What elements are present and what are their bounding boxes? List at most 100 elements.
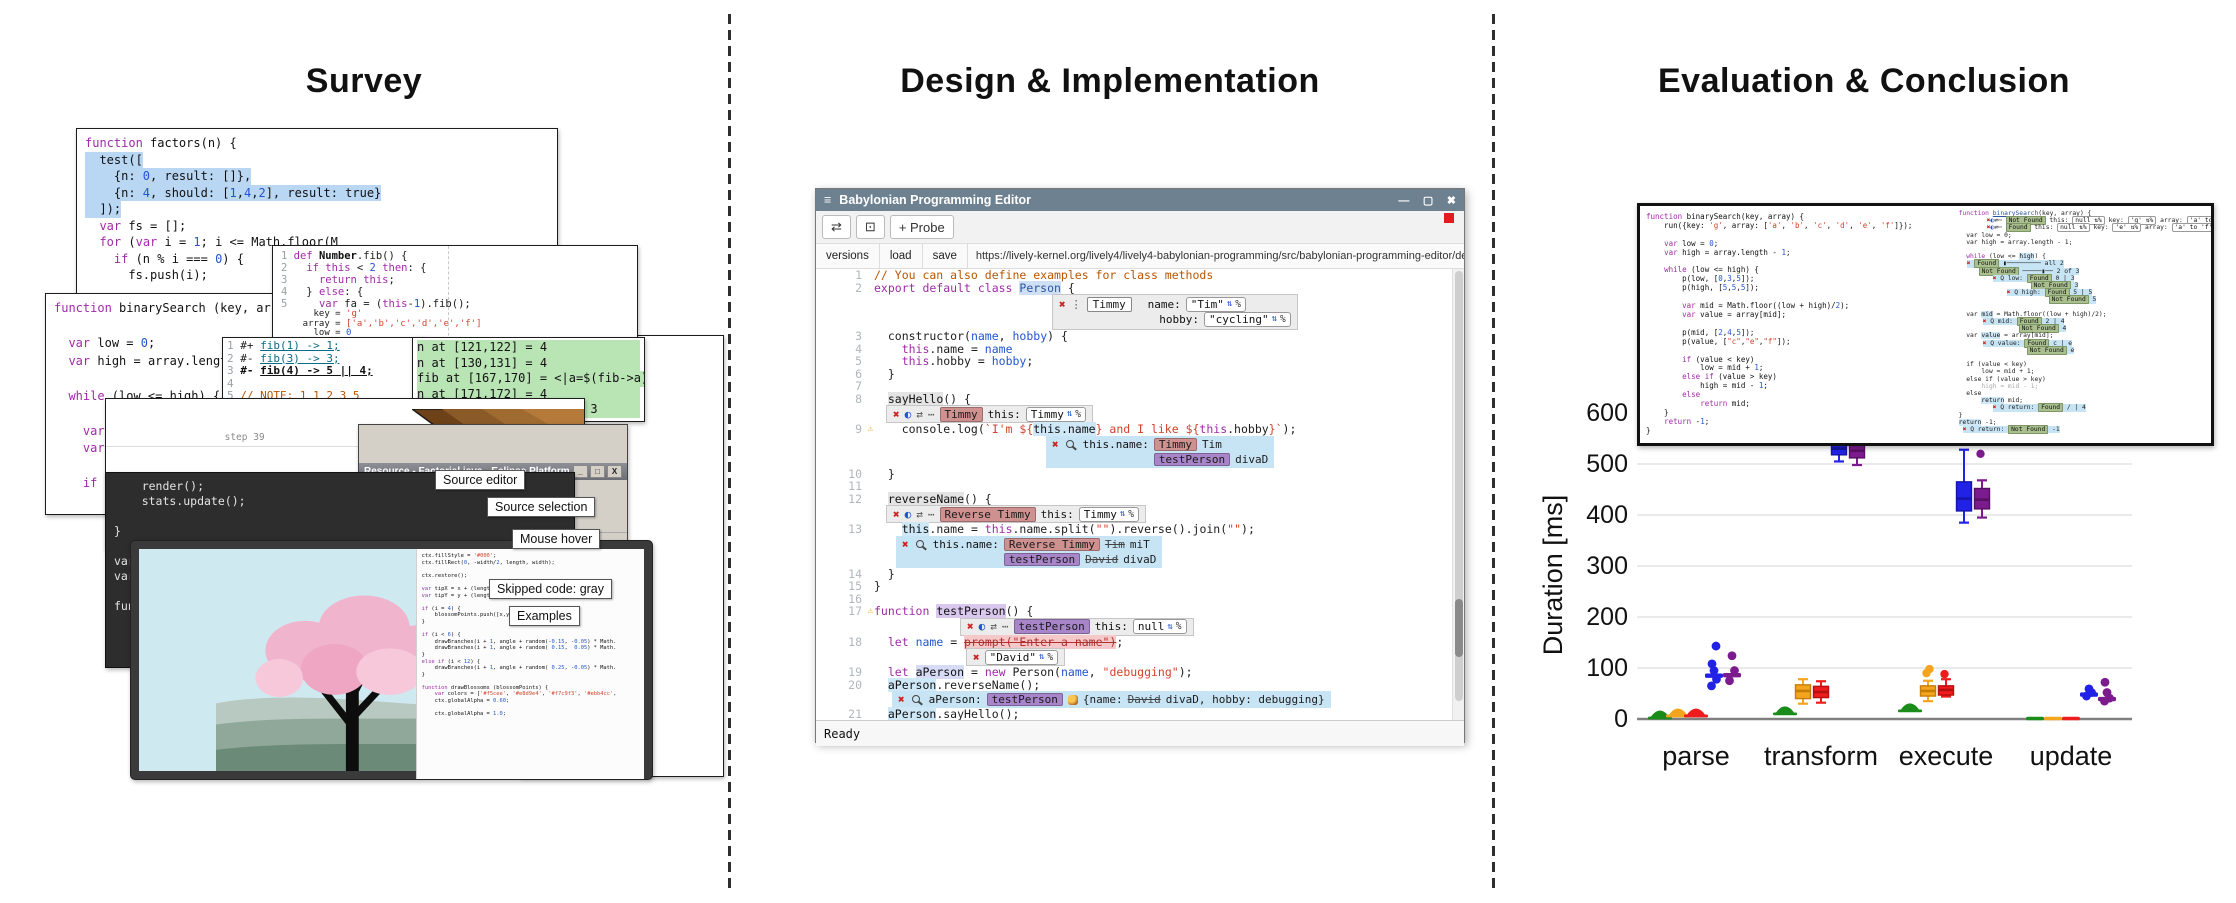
pin-icon[interactable]: % — [1235, 298, 1241, 311]
add-probe-button[interactable]: + Probe — [890, 215, 954, 239]
editor-code-line: 7 — [816, 380, 1464, 393]
value-box[interactable]: 'e' ⇅% — [2112, 223, 2141, 232]
probe-example-chip[interactable]: Reverse Timmy — [1004, 538, 1100, 551]
load-button[interactable]: load — [880, 244, 923, 268]
stepper-icon[interactable]: ⇅ — [1227, 298, 1232, 311]
code-line — [422, 626, 639, 633]
mark-execute-orange — [1921, 665, 1936, 701]
code-row: Not Found ─────▮── 2 of 3 — [1959, 268, 2207, 275]
eclipse-close-button[interactable]: X — [607, 465, 622, 478]
code-segment: 2 — [281, 262, 294, 274]
save-button[interactable]: save — [923, 244, 968, 268]
replacement-value-input[interactable]: "David"⇅% — [985, 650, 1059, 665]
delete-probe-icon[interactable]: ✖ — [898, 693, 905, 706]
stepper-icon[interactable]: ⇅ — [1272, 313, 1277, 326]
this-label: this: — [1041, 508, 1074, 521]
swap-icon[interactable]: ⇄ — [916, 508, 923, 521]
eclipse-minimize-button[interactable]: _ — [573, 465, 588, 478]
delete-example-icon[interactable]: ✖ — [893, 408, 900, 421]
stepper-icon[interactable]: ⇅ — [1120, 509, 1125, 519]
versions-button[interactable]: versions — [816, 244, 880, 268]
this-value-input[interactable]: Timmy⇅% — [1026, 407, 1086, 422]
toggle-example-icon[interactable]: ◐ — [905, 408, 912, 421]
delete-replacement-icon[interactable]: ✖ — [973, 651, 980, 664]
more-icon[interactable]: ⋯ — [1002, 620, 1009, 633]
more-icon[interactable]: ⋯ — [928, 508, 935, 521]
pin-icon[interactable]: % — [1047, 652, 1053, 663]
code-segment: 4 — [2059, 325, 2067, 332]
swap-button[interactable]: ⇄ — [822, 215, 851, 239]
duration-boxplot-chart: 0100200300400500600parsetransformexecute… — [1540, 385, 2140, 795]
delete-probe-icon[interactable]: ✖ — [902, 538, 909, 551]
code-segment: ⇄⋯ — [1994, 224, 2005, 231]
example-menu-icon[interactable]: ⋮ — [1071, 298, 1082, 311]
code-segment: .hobby = — [929, 354, 991, 368]
toggle-example-icon[interactable]: ◐ — [979, 620, 986, 633]
result-chip[interactable]: Not Found — [2027, 346, 2067, 355]
code-line: drawBranches(i + 1, angle + random(-0.15… — [422, 639, 639, 646]
pin-icon[interactable]: % — [1128, 509, 1134, 520]
warning-icon: ⚠ — [868, 605, 873, 618]
probe-example-chip[interactable]: testPerson — [1004, 553, 1080, 566]
code-segment: } and I like ${ — [1096, 422, 1200, 436]
code-segment: testPerson — [936, 604, 1005, 618]
result-chip[interactable]: Not Found — [2008, 425, 2048, 434]
value-box[interactable]: 'a' to 'f' ⇅% — [2172, 223, 2212, 232]
delete-example-icon[interactable]: ✖ — [893, 508, 900, 521]
line-number: 8 — [816, 393, 874, 406]
code-row: ✖ Q low: Found 0 | 3 — [1959, 275, 2207, 282]
hamburger-menu-icon[interactable]: ≡ — [824, 193, 831, 207]
this-value-input[interactable]: null⇅% — [1133, 619, 1187, 634]
toggle-example-icon[interactable]: ◐ — [905, 508, 912, 521]
stepper-icon[interactable]: ⇅ — [1039, 652, 1044, 662]
delete-probe-icon[interactable]: ✖ — [1052, 438, 1059, 451]
example-name-chip[interactable]: Timmy — [1087, 297, 1132, 312]
code-row: low = mid + 1; — [1959, 368, 2207, 375]
swap-icon[interactable]: ⇄ — [990, 620, 997, 633]
probe-example-chip[interactable]: testPerson — [987, 693, 1063, 706]
swap-icon[interactable]: ⇄ — [916, 408, 923, 421]
code-segment: David — [1085, 554, 1118, 565]
pin-icon[interactable]: % — [1176, 621, 1182, 632]
delete-example-icon[interactable]: ✖ — [967, 620, 974, 633]
result-chip[interactable]: Found — [2038, 403, 2063, 412]
frame-button[interactable]: ⊡ — [856, 215, 885, 239]
maximize-button[interactable]: ▢ — [1423, 195, 1433, 207]
example-name-chip[interactable]: testPerson — [1014, 619, 1090, 634]
more-icon[interactable]: ⋯ — [928, 408, 935, 421]
pin-icon[interactable]: % — [1075, 409, 1081, 420]
code-segment: 3 — [281, 274, 294, 286]
code-segment: ); — [1179, 665, 1193, 679]
this-value-input[interactable]: Timmy⇅% — [1079, 507, 1139, 522]
pin-icon[interactable]: % — [1280, 313, 1286, 326]
code-row: return -1; — [1959, 419, 2207, 426]
code-row: Not Found 4 — [1959, 325, 2207, 332]
stepper-icon[interactable]: ⇅ — [1167, 622, 1172, 632]
stepper-icon[interactable]: ⇅ — [1067, 409, 1072, 419]
result-chip[interactable]: Not Found — [2049, 295, 2089, 304]
code-line: {n: 0, result: []}, — [85, 168, 251, 185]
example-name-chip[interactable]: Timmy — [940, 407, 983, 422]
example-controls-widget: ✖◐⇄⋯Timmythis:Timmy⇅% — [886, 405, 1093, 423]
probe-example-chip[interactable]: testPerson — [1154, 453, 1230, 466]
code-segment: David — [1128, 694, 1161, 705]
url-field[interactable]: https://lively-kernel.org/lively4/lively… — [968, 250, 1464, 262]
example-value-input[interactable]: "cycling"⇅% — [1204, 312, 1291, 327]
example-value-input[interactable]: "Tim"⇅% — [1186, 297, 1246, 312]
mark-parse-red — [1684, 708, 1708, 717]
value-box[interactable]: null ⇅% — [2057, 223, 2090, 232]
close-button[interactable]: ✖ — [1447, 195, 1456, 207]
code-segment: < — [351, 262, 370, 274]
code-segment: miT — [1130, 539, 1150, 550]
line-number: 2 — [816, 282, 874, 295]
code-segment: () { — [964, 492, 992, 506]
code-segment: Q value: — [1986, 340, 2024, 347]
code-segment: var — [1959, 332, 1982, 339]
delete-example-icon[interactable]: ✖ — [1059, 298, 1066, 311]
probe-example-chip[interactable]: Timmy — [1154, 438, 1197, 451]
minimize-button[interactable]: — — [1398, 195, 1409, 207]
eclipse-maximize-button[interactable]: □ — [590, 465, 605, 478]
example-name-chip[interactable]: Reverse Timmy — [940, 507, 1036, 522]
code-segment: 3 — [2071, 282, 2079, 289]
scrollbar[interactable] — [1452, 269, 1464, 720]
